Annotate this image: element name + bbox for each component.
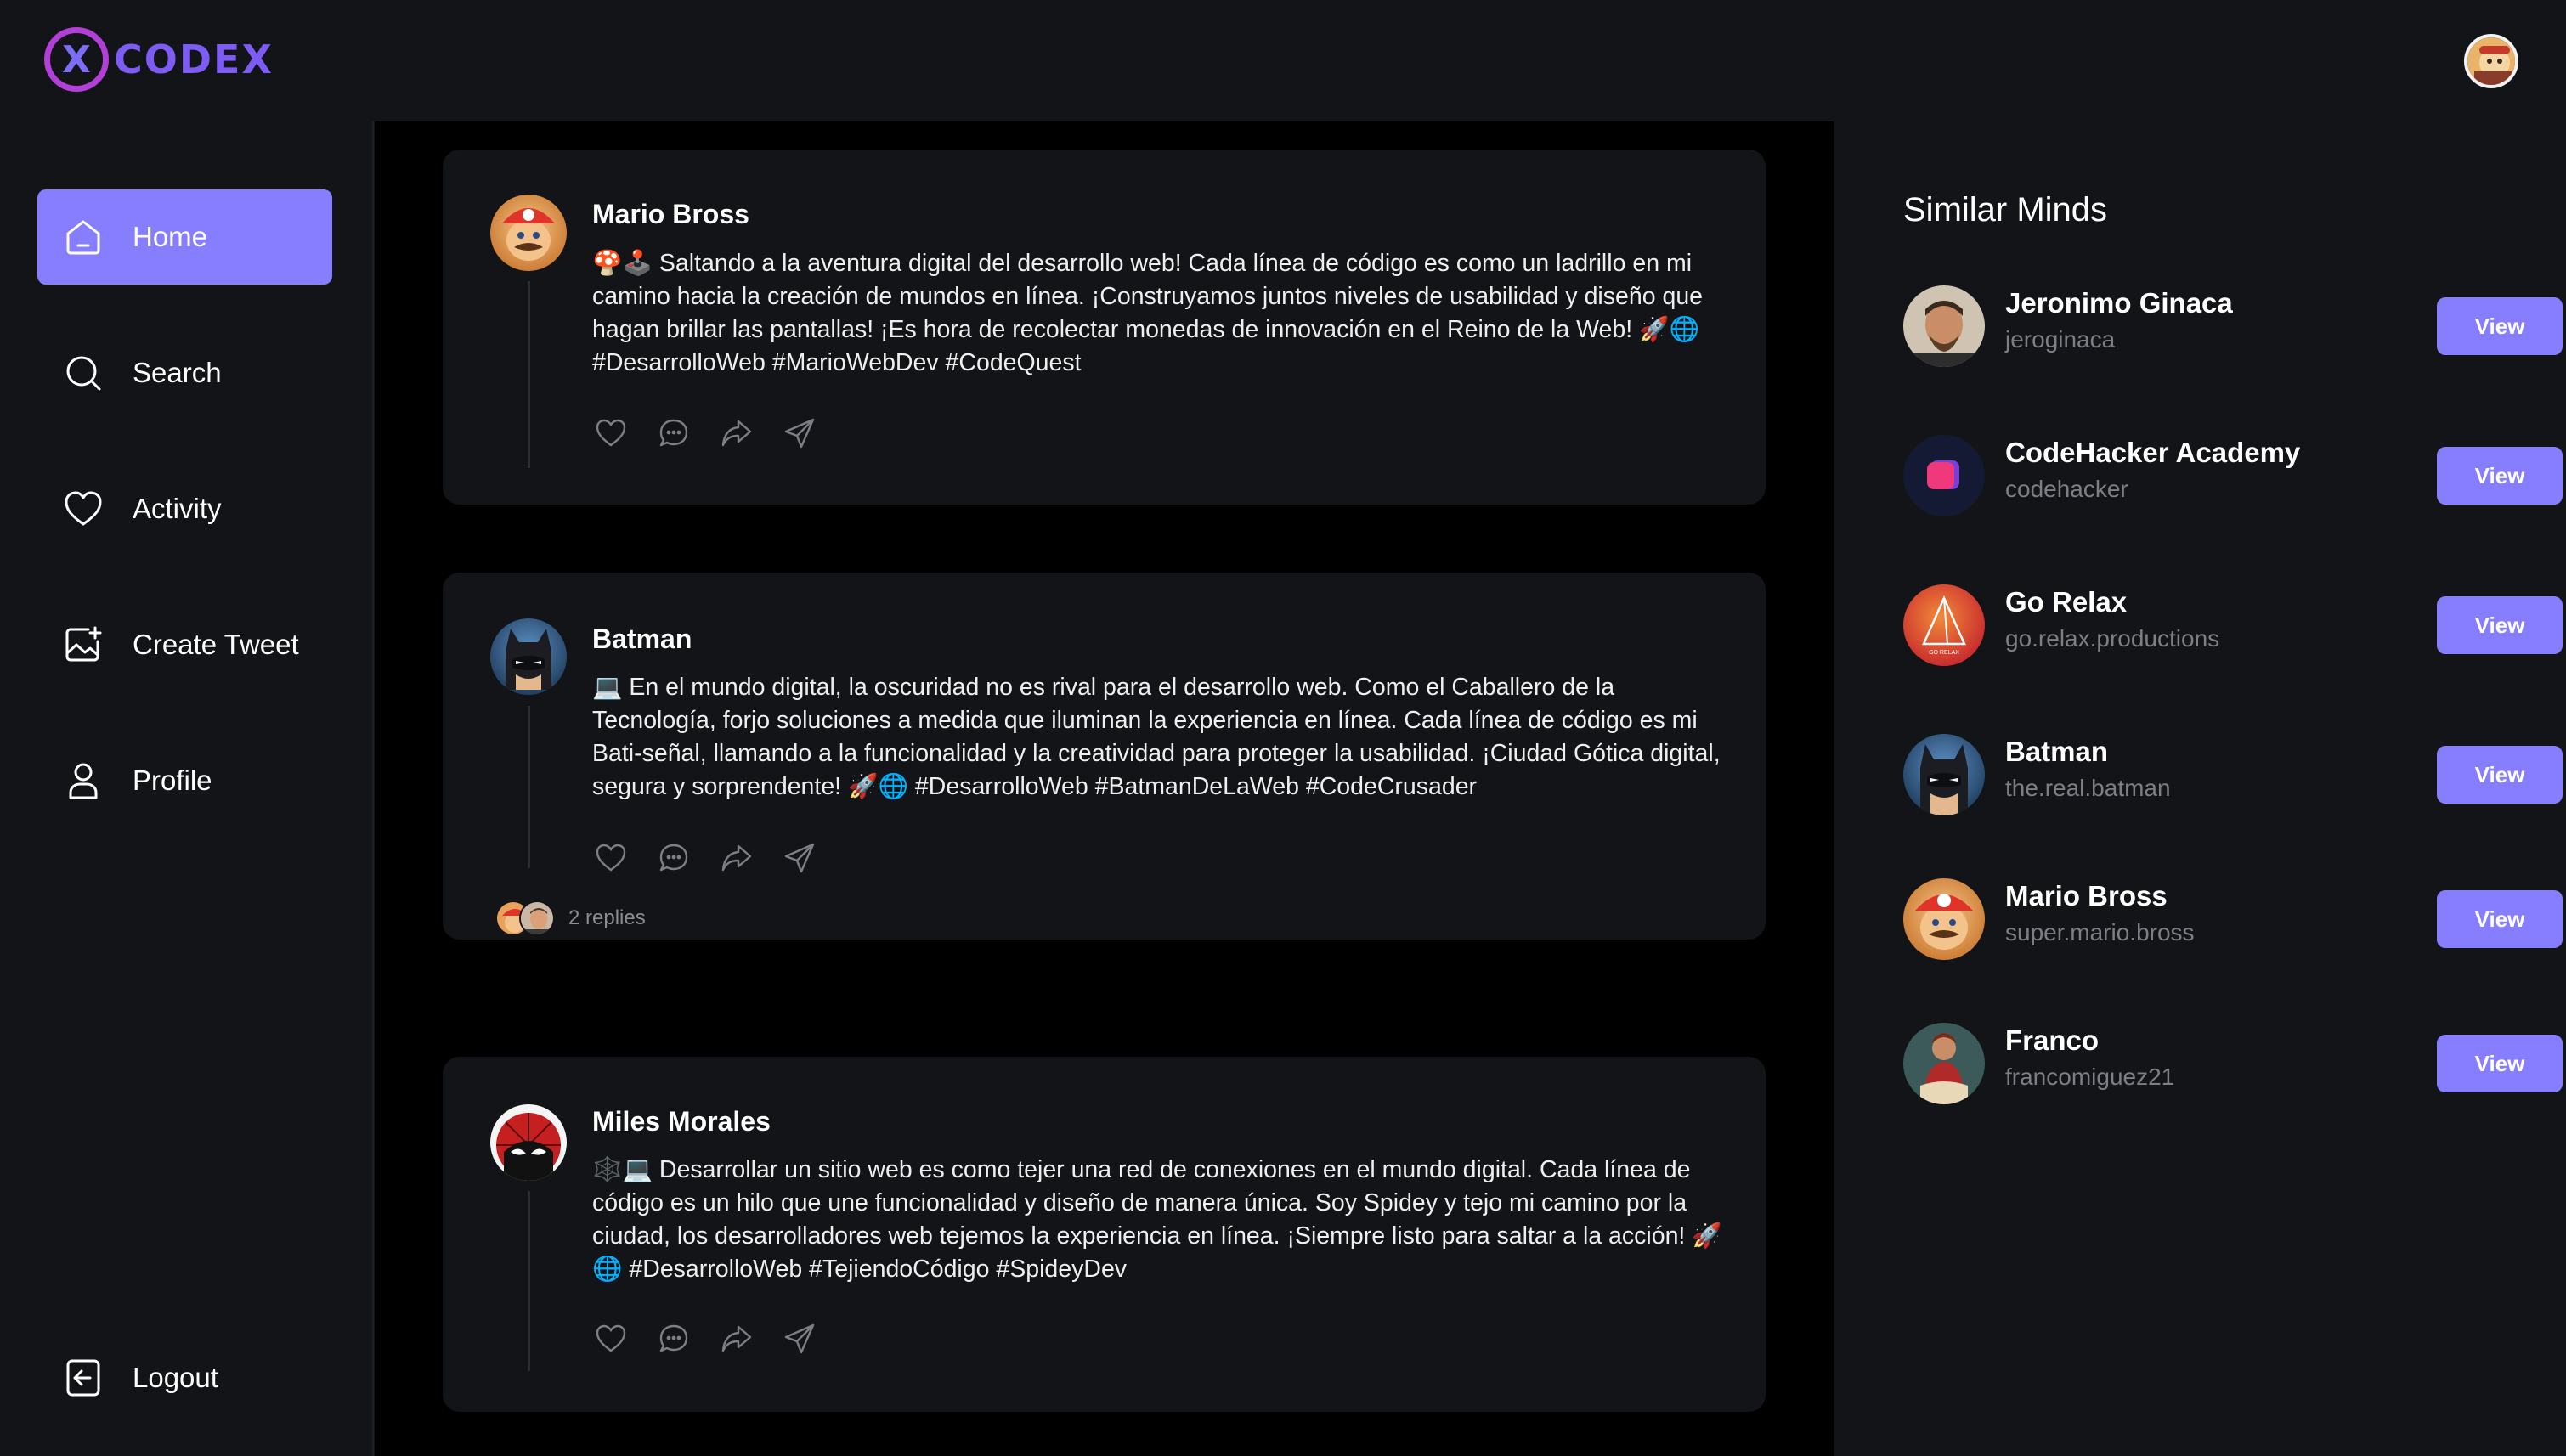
sidebar-item-label: Activity xyxy=(133,493,222,524)
thread-line xyxy=(528,706,530,868)
repost-icon[interactable] xyxy=(720,1322,754,1356)
top-bar: X CODEX xyxy=(0,0,2566,121)
sidebar-item-home[interactable]: Home xyxy=(37,189,332,285)
reply-summary[interactable]: 2 replies xyxy=(495,900,646,936)
share-icon[interactable] xyxy=(783,1322,817,1356)
similar-mind-item: Franco francomiguez21 View xyxy=(1903,1023,2563,1108)
similar-mind-avatar[interactable] xyxy=(1903,734,1985,815)
similar-mind-username: codehacker xyxy=(2005,476,2128,502)
similar-mind-name[interactable]: Go Relax xyxy=(2005,586,2127,618)
similar-mind-username: go.relax.productions xyxy=(2005,625,2220,652)
like-icon[interactable] xyxy=(594,841,628,875)
similar-mind-avatar[interactable]: GO RELAX xyxy=(1903,584,1985,666)
like-icon[interactable] xyxy=(594,416,628,450)
thread-line xyxy=(528,1191,530,1371)
sidebar-item-label: Search xyxy=(133,357,222,388)
sidebar-item-activity[interactable]: Activity xyxy=(37,461,332,556)
similar-mind-avatar[interactable] xyxy=(1903,1023,1985,1104)
similar-mind-username: francomiguez21 xyxy=(2005,1064,2175,1090)
similar-mind-name[interactable]: CodeHacker Academy xyxy=(2005,437,2300,469)
similar-mind-item: Batman the.real.batman View xyxy=(1903,734,2563,819)
post-actions xyxy=(594,1322,817,1356)
view-button[interactable]: View xyxy=(2437,890,2563,948)
share-icon[interactable] xyxy=(783,416,817,450)
similar-mind-item: CodeHacker Academy codehacker View xyxy=(1903,435,2563,520)
logo-text: CODEX xyxy=(114,37,274,82)
app-logo[interactable]: X CODEX xyxy=(44,27,274,92)
right-sidebar: Similar Minds Jeronimo Ginaca jeroginaca… xyxy=(1834,121,2566,1456)
post-text: 🍄🕹️ Saltando a la aventura digital del d… xyxy=(592,250,1704,376)
image-plus-icon xyxy=(63,624,104,665)
sidebar-item-label: Home xyxy=(133,221,208,252)
author-avatar[interactable] xyxy=(490,618,567,695)
home-icon xyxy=(63,217,104,257)
similar-mind-username: the.real.batman xyxy=(2005,775,2171,801)
replies-count: 2 replies xyxy=(568,906,646,929)
sidebar-item-profile[interactable]: Profile xyxy=(37,733,332,828)
repost-icon[interactable] xyxy=(720,841,754,875)
post-text: 🕸️💻 Desarrollar un sitio web es como tej… xyxy=(592,1156,1722,1283)
logout-button[interactable]: Logout xyxy=(37,1330,332,1425)
feed: Mario Bross 🍄🕹️ Saltando a la aventura d… xyxy=(375,121,1834,1456)
post-actions xyxy=(594,841,817,875)
post-card: Batman 💻 En el mundo digital, la oscurid… xyxy=(443,573,1766,940)
similar-mind-name[interactable]: Batman xyxy=(2005,736,2108,768)
search-icon xyxy=(63,353,104,393)
sidebar-item-label: Create Tweet xyxy=(133,629,299,660)
similar-minds-title: Similar Minds xyxy=(1903,191,2108,229)
reply-icon[interactable] xyxy=(657,416,691,450)
view-button[interactable]: View xyxy=(2437,746,2563,804)
view-button[interactable]: View xyxy=(2437,447,2563,505)
user-icon xyxy=(63,760,104,801)
logo-mark: X xyxy=(44,27,109,92)
similar-mind-name[interactable]: Franco xyxy=(2005,1024,2099,1057)
similar-mind-item: Mario Bross super.mario.bross View xyxy=(1903,878,2563,963)
post-card: Miles Morales 🕸️💻 Desarrollar un sitio w… xyxy=(443,1057,1766,1412)
user-avatar[interactable] xyxy=(2464,34,2518,88)
heart-icon xyxy=(63,488,104,529)
reply-icon[interactable] xyxy=(657,1322,691,1356)
sidebar-item-create-tweet[interactable]: Create Tweet xyxy=(37,597,332,692)
thread-line xyxy=(528,281,530,468)
similar-mind-item: Jeronimo Ginaca jeroginaca View xyxy=(1903,285,2563,370)
post-author[interactable]: Miles Morales xyxy=(592,1106,771,1137)
view-button[interactable]: View xyxy=(2437,1035,2563,1092)
reply-icon[interactable] xyxy=(657,841,691,875)
similar-mind-name[interactable]: Jeronimo Ginaca xyxy=(2005,287,2233,319)
post-card: Mario Bross 🍄🕹️ Saltando a la aventura d… xyxy=(443,150,1766,505)
like-icon[interactable] xyxy=(594,1322,628,1356)
logout-label: Logout xyxy=(133,1362,218,1393)
share-icon[interactable] xyxy=(783,841,817,875)
post-author[interactable]: Mario Bross xyxy=(592,199,749,230)
repost-icon[interactable] xyxy=(720,416,754,450)
view-button[interactable]: View xyxy=(2437,297,2563,355)
similar-mind-name[interactable]: Mario Bross xyxy=(2005,880,2168,912)
sidebar-item-label: Profile xyxy=(133,765,212,796)
go-relax-logo-text: GO RELAX xyxy=(1929,650,1959,656)
similar-mind-item: GO RELAX Go Relax go.relax.productions V… xyxy=(1903,584,2563,669)
author-avatar[interactable] xyxy=(490,195,567,271)
logout-icon xyxy=(63,1357,104,1398)
similar-mind-avatar[interactable] xyxy=(1903,435,1985,516)
author-avatar[interactable] xyxy=(490,1104,567,1181)
similar-mind-username: super.mario.bross xyxy=(2005,919,2195,945)
similar-mind-username: jeroginaca xyxy=(2005,326,2116,353)
post-text: 💻 En el mundo digital, la oscuridad no e… xyxy=(592,674,1721,800)
similar-mind-avatar[interactable] xyxy=(1903,285,1985,367)
similar-mind-avatar[interactable] xyxy=(1903,878,1985,960)
left-sidebar: Home Search Activity Create Tweet Profil… xyxy=(0,121,374,1456)
reply-avatar xyxy=(519,900,555,936)
post-author[interactable]: Batman xyxy=(592,624,692,655)
view-button[interactable]: View xyxy=(2437,596,2563,654)
post-actions xyxy=(594,416,817,450)
sidebar-item-search[interactable]: Search xyxy=(37,325,332,420)
